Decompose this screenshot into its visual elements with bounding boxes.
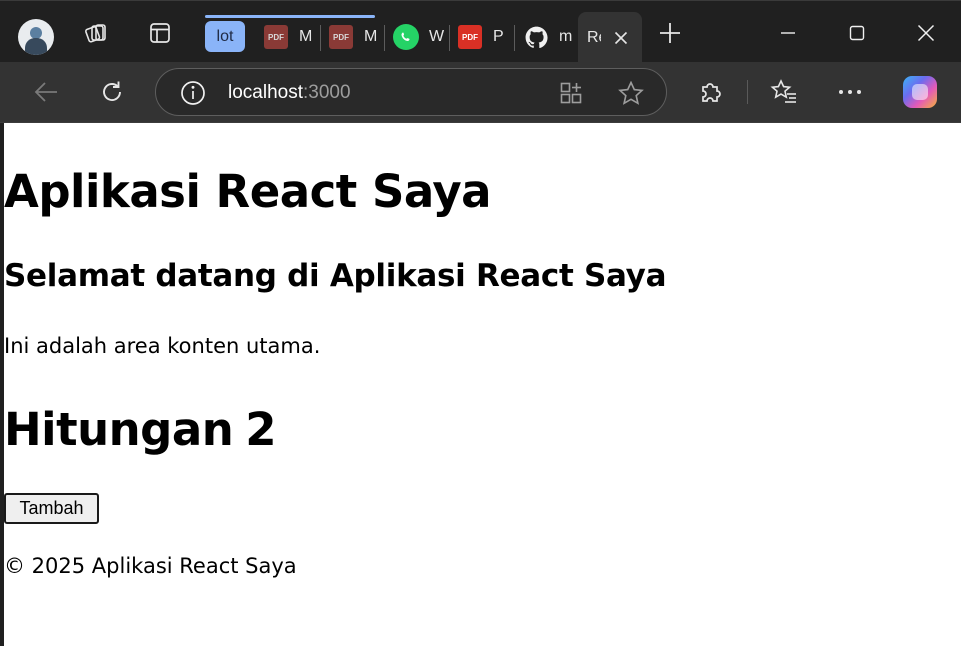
counter-heading: Hitungan 2 bbox=[4, 403, 277, 456]
url-port: :3000 bbox=[303, 82, 351, 103]
favorites-icon bbox=[770, 79, 796, 103]
info-icon[interactable] bbox=[180, 80, 206, 106]
close-icon bbox=[614, 31, 628, 45]
maximize-icon bbox=[849, 25, 865, 41]
pdf-badge: PDF bbox=[458, 25, 482, 49]
pdf-badge: PDF bbox=[329, 25, 353, 49]
tab-whatsapp[interactable]: W bbox=[393, 15, 445, 59]
vertical-tabs-button[interactable] bbox=[140, 13, 180, 53]
extensions-button[interactable] bbox=[691, 72, 731, 112]
github-mark bbox=[525, 26, 548, 48]
tab-active[interactable]: Re bbox=[578, 12, 642, 63]
tab-close-button[interactable] bbox=[612, 29, 630, 47]
tab-separator bbox=[514, 25, 515, 51]
plus-icon bbox=[660, 23, 680, 43]
phone-icon bbox=[401, 32, 410, 42]
minimize-button[interactable] bbox=[765, 11, 811, 55]
app-title: Aplikasi React Saya bbox=[4, 165, 492, 218]
profile-avatar[interactable] bbox=[18, 19, 54, 55]
pdf-icon: PDF bbox=[263, 24, 289, 50]
minimize-icon bbox=[781, 32, 795, 34]
pdf-badge: PDF bbox=[264, 25, 288, 49]
welcome-heading: Selamat datang di Aplikasi React Saya bbox=[4, 258, 667, 294]
tab-group-label: lot bbox=[216, 27, 234, 45]
back-button[interactable] bbox=[26, 72, 66, 112]
tab-title: m bbox=[559, 28, 573, 45]
close-icon bbox=[917, 24, 935, 42]
footer-text: © 2025 Aplikasi React Saya bbox=[4, 554, 297, 578]
tab-title: Re bbox=[587, 28, 601, 46]
tab-title: P bbox=[493, 28, 504, 45]
puzzle-icon bbox=[702, 83, 721, 102]
tab-actions-icon bbox=[150, 23, 170, 43]
url-host: localhost bbox=[228, 82, 303, 103]
favorites-button[interactable] bbox=[764, 72, 804, 112]
intro-text: Ini adalah area konten utama. bbox=[4, 334, 321, 358]
pdf-icon: PDF bbox=[328, 24, 354, 50]
tab-strip: lot PDF M PDF M W PDF P m R bbox=[0, 0, 961, 63]
ellipsis-icon bbox=[839, 90, 861, 94]
add-button[interactable]: Tambah bbox=[4, 493, 99, 524]
workspaces-icon bbox=[85, 24, 106, 43]
new-tab-button[interactable] bbox=[650, 13, 690, 53]
tab-pdf-1[interactable]: PDF M bbox=[263, 15, 317, 59]
star-icon[interactable] bbox=[618, 81, 644, 105]
workspaces-button[interactable] bbox=[76, 13, 116, 53]
tab-title: M bbox=[299, 28, 313, 45]
refresh-icon bbox=[103, 81, 121, 101]
close-window-button[interactable] bbox=[903, 11, 949, 55]
tab-separator bbox=[384, 25, 385, 51]
add-app-icon[interactable] bbox=[560, 82, 582, 104]
github-icon bbox=[523, 24, 549, 50]
reload-button[interactable] bbox=[92, 72, 132, 112]
tab-pdf-3[interactable]: PDF P bbox=[457, 15, 512, 59]
counter-value: 2 bbox=[245, 403, 277, 456]
avatar-body bbox=[25, 38, 47, 55]
tab-group-chip[interactable]: lot bbox=[205, 21, 245, 52]
tab-separator bbox=[320, 25, 321, 51]
more-menu-button[interactable] bbox=[830, 72, 870, 112]
url-text[interactable]: localhost:3000 bbox=[228, 82, 351, 104]
tab-github[interactable]: m bbox=[523, 15, 573, 59]
page-viewport: Aplikasi React Saya Selamat datang di Ap… bbox=[4, 123, 961, 646]
whatsapp-icon bbox=[393, 24, 419, 50]
tab-pdf-2[interactable]: PDF M bbox=[328, 15, 380, 59]
copilot-icon[interactable] bbox=[903, 76, 937, 108]
counter-label: Hitungan bbox=[4, 403, 234, 456]
tab-title: W bbox=[429, 28, 445, 45]
tab-title: M bbox=[364, 28, 378, 45]
address-bar[interactable]: localhost:3000 bbox=[155, 68, 667, 116]
arrow-left-icon bbox=[34, 82, 57, 102]
maximize-button[interactable] bbox=[834, 11, 880, 55]
whatsapp-badge bbox=[393, 24, 419, 50]
pdf-icon: PDF bbox=[457, 24, 483, 50]
tab-separator bbox=[449, 25, 450, 51]
browser-toolbar: localhost:3000 bbox=[0, 62, 961, 123]
toolbar-separator bbox=[747, 80, 748, 104]
